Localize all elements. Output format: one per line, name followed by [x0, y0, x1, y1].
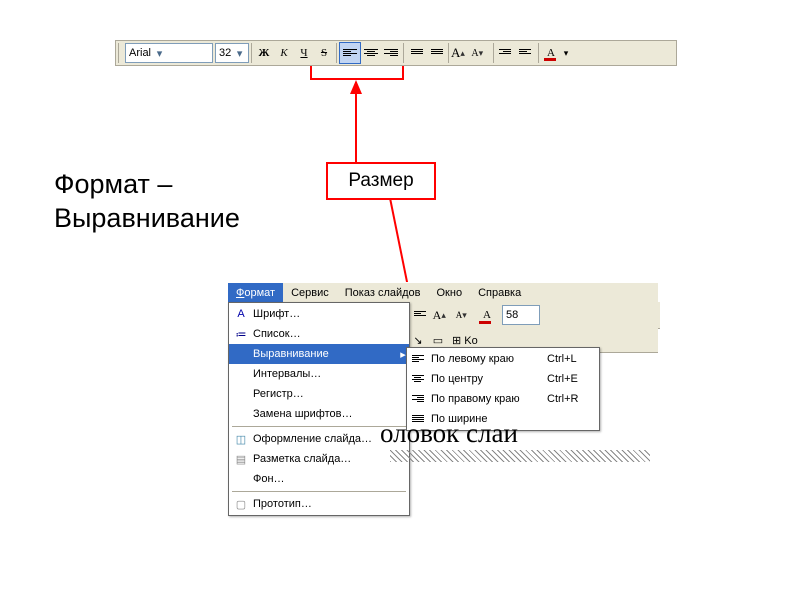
font-name-select[interactable]: Arial ▾: [125, 43, 213, 63]
menu-bar: Формат Сервис Показ слайдов Окно Справка: [228, 282, 658, 304]
submenu-align-left[interactable]: По левому краю Ctrl+L: [407, 349, 599, 369]
grow-font-button[interactable]: A▴: [432, 304, 454, 326]
up-arrow-icon: ▴: [460, 48, 471, 59]
align-right-icon: [384, 48, 398, 58]
numbered-list-button[interactable]: [406, 43, 426, 63]
menu-item-background[interactable]: Фон…: [229, 469, 409, 489]
font-name-value: Arial: [129, 47, 151, 59]
zoom-box[interactable]: 58: [502, 305, 540, 325]
bullet-list-icon: [429, 48, 443, 58]
underline-button[interactable]: Ч: [294, 43, 314, 63]
decrease-indent-button[interactable]: [516, 43, 536, 63]
align-center-button[interactable]: [361, 43, 381, 63]
menu-format[interactable]: Формат: [228, 283, 283, 303]
shrink-font-button[interactable]: A▾: [454, 304, 476, 326]
menu-screenshot: Формат Сервис Показ слайдов Окно Справка…: [228, 282, 658, 304]
menu-item-font[interactable]: A Шрифт…: [229, 304, 409, 324]
annotation-bracket: [310, 66, 404, 80]
align-center-icon: [412, 374, 426, 384]
selection-hatch: [390, 450, 650, 462]
chevron-down-icon: ▾: [154, 47, 165, 60]
align-left-icon: [343, 48, 357, 58]
italic-button[interactable]: К: [274, 43, 294, 63]
align-left-icon: [414, 310, 428, 320]
formatting-toolbar: Arial ▾ 32 ▾ Ж К Ч S A▴ A▾: [115, 40, 677, 66]
menu-slideshow[interactable]: Показ слайдов: [337, 283, 429, 303]
numbered-list-icon: [409, 48, 423, 58]
bullet-list-button[interactable]: [426, 43, 446, 63]
align-center-icon: [364, 48, 378, 58]
submenu-align-right[interactable]: По правому краю Ctrl+R: [407, 389, 599, 409]
menu-item-intervals[interactable]: Интервалы…: [229, 364, 409, 384]
grow-font-button[interactable]: A▴: [451, 43, 471, 63]
menu-item-slide-layout[interactable]: ▤ Разметка слайда…: [229, 449, 409, 469]
chevron-down-icon: ▾: [234, 47, 245, 60]
align-left-button[interactable]: [339, 42, 361, 64]
submenu-align-center[interactable]: По центру Ctrl+E: [407, 369, 599, 389]
strikethrough-button[interactable]: S: [314, 43, 334, 63]
font-size-select[interactable]: 32 ▾: [215, 43, 249, 63]
font-color-dropdown-button[interactable]: ▾: [561, 43, 571, 63]
secondary-toolbar: A▴ A▾ A 58: [408, 302, 660, 329]
menu-item-list[interactable]: ≔ Список…: [229, 324, 409, 344]
prototype-icon: ▢: [229, 498, 253, 511]
menu-item-register[interactable]: Регистр…: [229, 384, 409, 404]
font-color-button[interactable]: A: [541, 43, 561, 63]
font-color-button[interactable]: A: [476, 304, 498, 326]
menu-help[interactable]: Справка: [470, 283, 529, 303]
down-arrow-icon: ▾: [479, 48, 491, 59]
font-size-value: 32: [219, 47, 231, 59]
chevron-down-icon: ▾: [564, 48, 569, 59]
align-right-icon: [412, 394, 426, 404]
menu-service[interactable]: Сервис: [283, 283, 337, 303]
menu-item-prototype[interactable]: ▢ Прототип…: [229, 494, 409, 514]
indent-icon: [499, 48, 513, 58]
context-label: ⊞ Ko: [448, 334, 482, 347]
menu-item-alignment[interactable]: Выравнивание ▸: [229, 344, 409, 364]
shrink-font-button[interactable]: A▾: [471, 43, 491, 63]
font-icon: A: [229, 308, 253, 320]
align-left-button[interactable]: [410, 304, 432, 326]
slide-heading: Формат – Выравнивание: [54, 168, 240, 236]
callout-size: Размер: [326, 162, 436, 200]
outdent-icon: [519, 48, 533, 58]
list-icon: ≔: [229, 328, 253, 341]
layout-icon: ▤: [229, 453, 253, 466]
format-dropdown: A Шрифт… ≔ Список… Выравнивание ▸ Интерв…: [228, 302, 410, 516]
align-left-icon: [412, 354, 426, 364]
bold-button[interactable]: Ж: [254, 43, 274, 63]
align-right-button[interactable]: [381, 43, 401, 63]
background-slide-text: оловок слаи: [380, 418, 518, 449]
callout-label: Размер: [348, 170, 413, 192]
menu-window[interactable]: Окно: [429, 283, 471, 303]
design-icon: ◫: [229, 433, 253, 446]
increase-indent-button[interactable]: [496, 43, 516, 63]
